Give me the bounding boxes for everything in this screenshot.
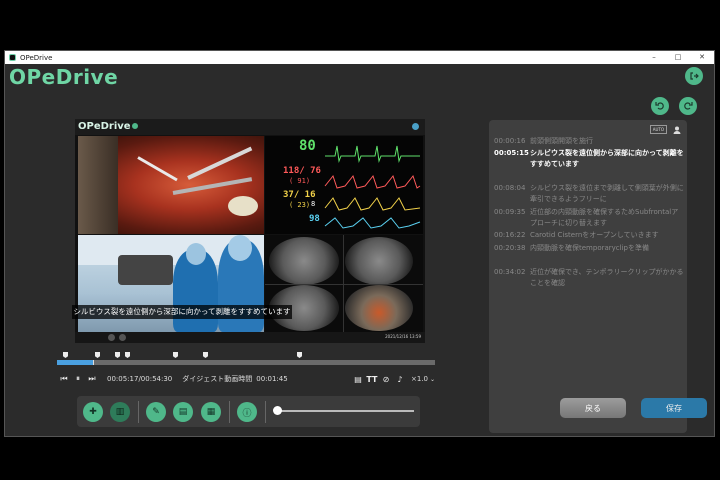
transcript-tools: AUTO <box>649 125 681 134</box>
pause-button[interactable]: ⏸ <box>71 372 85 386</box>
microphone-icon[interactable]: ♪ <box>393 372 407 386</box>
timeline-track[interactable] <box>57 360 435 365</box>
transcript-text: シルビウス裂を遠位まで剥離して側頭葉が外側に牽引できるようフリーに <box>530 184 684 203</box>
title-bar: OPeDrive – □ ✕ <box>5 51 714 64</box>
trash-icon: ▥ <box>115 407 125 417</box>
redo-button[interactable] <box>679 97 697 115</box>
digest-time: 00:01:45 <box>256 375 288 383</box>
playhead[interactable] <box>93 360 94 365</box>
delete-button[interactable]: ▥ <box>110 402 130 422</box>
blood-pressure-value: 118/ 76 <box>283 166 321 176</box>
timeline-marker[interactable] <box>297 352 302 358</box>
volume-slider-knob[interactable] <box>273 406 282 415</box>
subtitle-caption: シルビウス裂を遠位側から深部に向かって剥離をすすめています <box>72 305 292 319</box>
undo-button[interactable] <box>651 97 669 115</box>
chevron-down-icon[interactable]: ⌄ <box>430 376 435 383</box>
skip-forward-button[interactable]: ⏭ <box>85 372 99 386</box>
maximize-button[interactable]: □ <box>666 51 690 64</box>
video-timestamp: 2021/12/16 13:59 <box>385 334 421 339</box>
app-window: OPeDrive – □ ✕ OPeDrive OPeDrive 80 118/… <box>4 50 715 437</box>
document-button[interactable]: ▤ <box>173 402 193 422</box>
pa-pressure-value: 37/ 16 <box>283 190 316 200</box>
player-controls: ⏮ ⏸ ⏭ 00:05:17/00:54:30 ダイジェスト動画時間 00:01… <box>57 371 435 387</box>
text-size-icon[interactable]: TT <box>365 372 379 386</box>
close-button[interactable]: ✕ <box>690 51 714 64</box>
window-controls: – □ ✕ <box>642 51 714 64</box>
logout-icon <box>690 72 699 80</box>
window-title: OPeDrive <box>20 53 53 62</box>
surgical-field-feed <box>78 136 264 234</box>
timeline-progress <box>57 360 93 365</box>
comment-icon[interactable]: ▤ <box>351 372 365 386</box>
timeline-marker[interactable] <box>173 352 178 358</box>
spo2-value: 98 <box>309 214 320 224</box>
transcript-line[interactable]: 00:00:16 前頭側頭開頭を施行 <box>494 136 685 147</box>
transcript-timestamp: 00:20:38 <box>494 244 526 252</box>
timeline-marker[interactable] <box>63 352 68 358</box>
transcript-timestamp: 00:34:02 <box>494 268 526 276</box>
edit-toolbar: ✚ ▥ ✎ ▤ ▦ ⓘ <box>77 396 420 427</box>
transcript-text: 前頭側頭開頭を施行 <box>530 137 593 145</box>
transcript-line[interactable]: 00:34:02 近位が確保でき、テンポラリークリップがかかることを確認 <box>494 267 685 289</box>
timeline[interactable] <box>57 349 435 369</box>
transcript-line[interactable]: 00:16:22 Carotid Cisternをオープンしていきます <box>494 230 685 241</box>
pa-pressure-mean: ( 23) <box>289 201 311 209</box>
misc-value: 8 <box>311 200 316 208</box>
transcript-line[interactable]: 00:09:35 近位部の内頸動脈を確保するためSubfrontalアプローチに切… <box>494 207 685 229</box>
app-logo: OPeDrive <box>9 65 119 89</box>
export-document-button[interactable]: ▦ <box>201 402 221 422</box>
undo-icon <box>655 102 664 110</box>
digest-label: ダイジェスト動画時間 <box>182 375 253 383</box>
camera-icon <box>108 334 115 341</box>
info-icon: ⓘ <box>242 408 252 419</box>
user-icon[interactable] <box>673 126 681 134</box>
video-logo: OPeDrive <box>78 121 138 132</box>
playback-time: 00:05:17/00:54:30 <box>107 375 173 383</box>
timeline-marker[interactable] <box>125 352 130 358</box>
transcript-text: 近位が確保でき、テンポラリークリップがかかることを確認 <box>530 268 684 287</box>
skip-back-button[interactable]: ⏮ <box>57 372 71 386</box>
vital-waveforms <box>324 145 421 229</box>
transcript-timestamp: 00:05:15 <box>494 149 529 157</box>
transcript-timestamp: 00:00:16 <box>494 137 526 145</box>
export-document-icon: ▦ <box>206 407 216 417</box>
edit-button[interactable]: ✎ <box>146 402 166 422</box>
edit-icon: ✎ <box>152 407 160 417</box>
transcript-text: 内頸動脈を確保temporaryclipを準備 <box>530 244 649 252</box>
volume-slider-track[interactable] <box>276 410 414 412</box>
transcript-line[interactable]: 00:20:38 内頸動脈を確保temporaryclipを準備 <box>494 243 685 254</box>
info-button[interactable]: ⓘ <box>237 402 257 422</box>
app-icon <box>9 54 16 61</box>
minimize-button[interactable]: – <box>642 51 666 64</box>
add-user-button[interactable]: ✚ <box>83 402 103 422</box>
redo-icon <box>684 102 693 110</box>
transcript-timestamp: 00:08:04 <box>494 184 526 192</box>
video-header: OPeDrive <box>75 119 425 135</box>
transcript-line[interactable]: 00:08:04 シルビウス裂を遠位まで剥離して側頭葉が外側に牽引できるようフリー… <box>494 183 685 205</box>
vital-monitor-feed: 80 118/ 76 ( 91) 37/ 16 ( 23) 98 8 <box>265 136 423 234</box>
transcript-text: シルビウス裂を遠位側から深部に向かって剥離をすすめています <box>530 149 684 168</box>
timeline-marker[interactable] <box>203 352 208 358</box>
logout-button[interactable] <box>685 67 703 85</box>
blood-pressure-mean: ( 91) <box>289 177 311 185</box>
timeline-marker[interactable] <box>115 352 120 358</box>
save-button[interactable]: 保存 <box>641 398 707 418</box>
playback-speed[interactable]: ×1.0 <box>411 375 428 383</box>
auto-badge[interactable]: AUTO <box>649 125 667 134</box>
recording-indicator-icon <box>412 123 419 130</box>
transcript-timestamp: 00:09:35 <box>494 208 526 216</box>
add-user-icon: ✚ <box>89 407 97 417</box>
back-button[interactable]: 戻る <box>560 398 626 418</box>
video-footer: 2021/12/16 13:59 <box>75 332 425 343</box>
transcript-line[interactable]: 00:05:15 シルビウス裂を遠位側から深部に向かって剥離をすすめています <box>494 148 685 170</box>
settings-icon <box>119 334 126 341</box>
timeline-marker[interactable] <box>95 352 100 358</box>
transcript-panel: AUTO 00:00:16 前頭側頭開頭を施行 00:05:15 シルビウス裂を遠位側… <box>489 120 687 433</box>
transcript-timestamp: 00:16:22 <box>494 231 526 239</box>
heart-rate-value: 80 <box>299 138 316 154</box>
transcript-text: Carotid Cisternをオープンしていきます <box>530 231 659 239</box>
transcript-text: 近位部の内頸動脈を確保するためSubfrontalアプローチに切り替えます <box>530 208 679 227</box>
mute-camera-icon[interactable]: ⊘ <box>379 372 393 386</box>
document-icon: ▤ <box>178 407 188 417</box>
